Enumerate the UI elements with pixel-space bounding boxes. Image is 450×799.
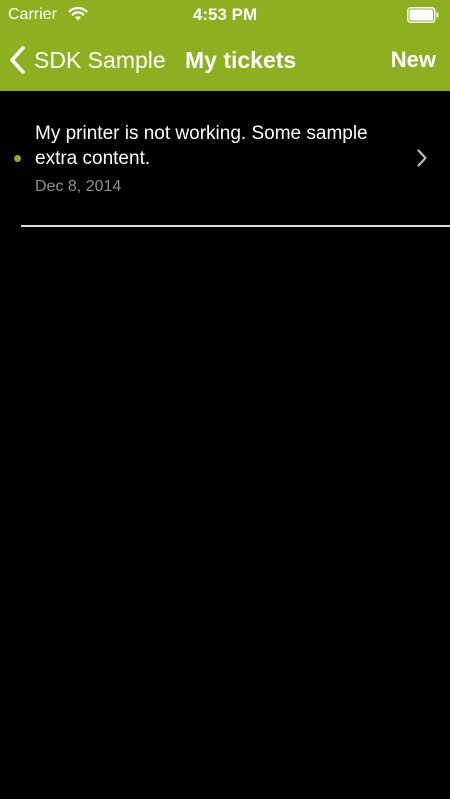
status-time: 4:53 PM <box>192 5 258 24</box>
ticket-subject: My printer is not working. Some sample e… <box>35 123 368 169</box>
top-bar: Carrier 4:53 PM SDK Sample My tickets Ne… <box>0 0 450 91</box>
row-separator <box>21 225 450 227</box>
ticket-row[interactable]: My printer is not working. Some sample e… <box>0 91 450 229</box>
navigation-bar: SDK Sample My tickets New <box>0 30 450 91</box>
chevron-left-icon <box>10 46 25 74</box>
new-ticket-button[interactable]: New <box>391 46 436 74</box>
back-button[interactable]: SDK Sample <box>8 44 166 76</box>
back-button-label: SDK Sample <box>34 47 166 73</box>
page-title: My tickets <box>185 47 297 73</box>
status-bar: Carrier 4:53 PM <box>0 0 450 30</box>
screen: Carrier 4:53 PM SDK Sample My tickets Ne… <box>0 0 450 799</box>
chevron-right-icon <box>417 149 427 167</box>
ticket-date: Dec 8, 2014 <box>35 178 122 195</box>
ticket-list: My printer is not working. Some sample e… <box>0 91 450 229</box>
battery-icon <box>407 7 439 23</box>
unread-indicator <box>14 155 21 162</box>
